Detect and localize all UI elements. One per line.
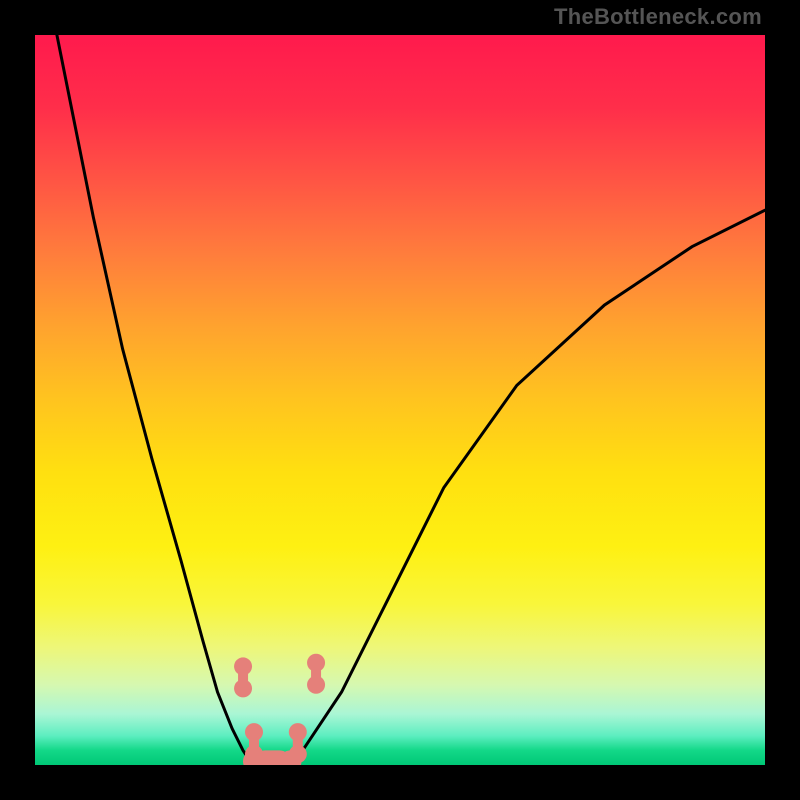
curves-group bbox=[57, 35, 765, 765]
left-upper-bead-pair-bottom bbox=[234, 679, 252, 697]
left-upper-bead-pair-top bbox=[234, 657, 252, 675]
watermark-text: TheBottleneck.com bbox=[554, 4, 762, 30]
left-lower-bead-pair-top bbox=[245, 723, 263, 741]
chart-svg bbox=[35, 35, 765, 765]
right-upper-bead-pair-bottom bbox=[307, 676, 325, 694]
curve-right-curve bbox=[291, 210, 766, 765]
curve-left-curve bbox=[57, 35, 254, 765]
chart-container bbox=[35, 35, 765, 765]
right-lower-bead-pair-top bbox=[289, 723, 307, 741]
annotations-group bbox=[234, 654, 325, 765]
right-upper-bead-pair-top bbox=[307, 654, 325, 672]
